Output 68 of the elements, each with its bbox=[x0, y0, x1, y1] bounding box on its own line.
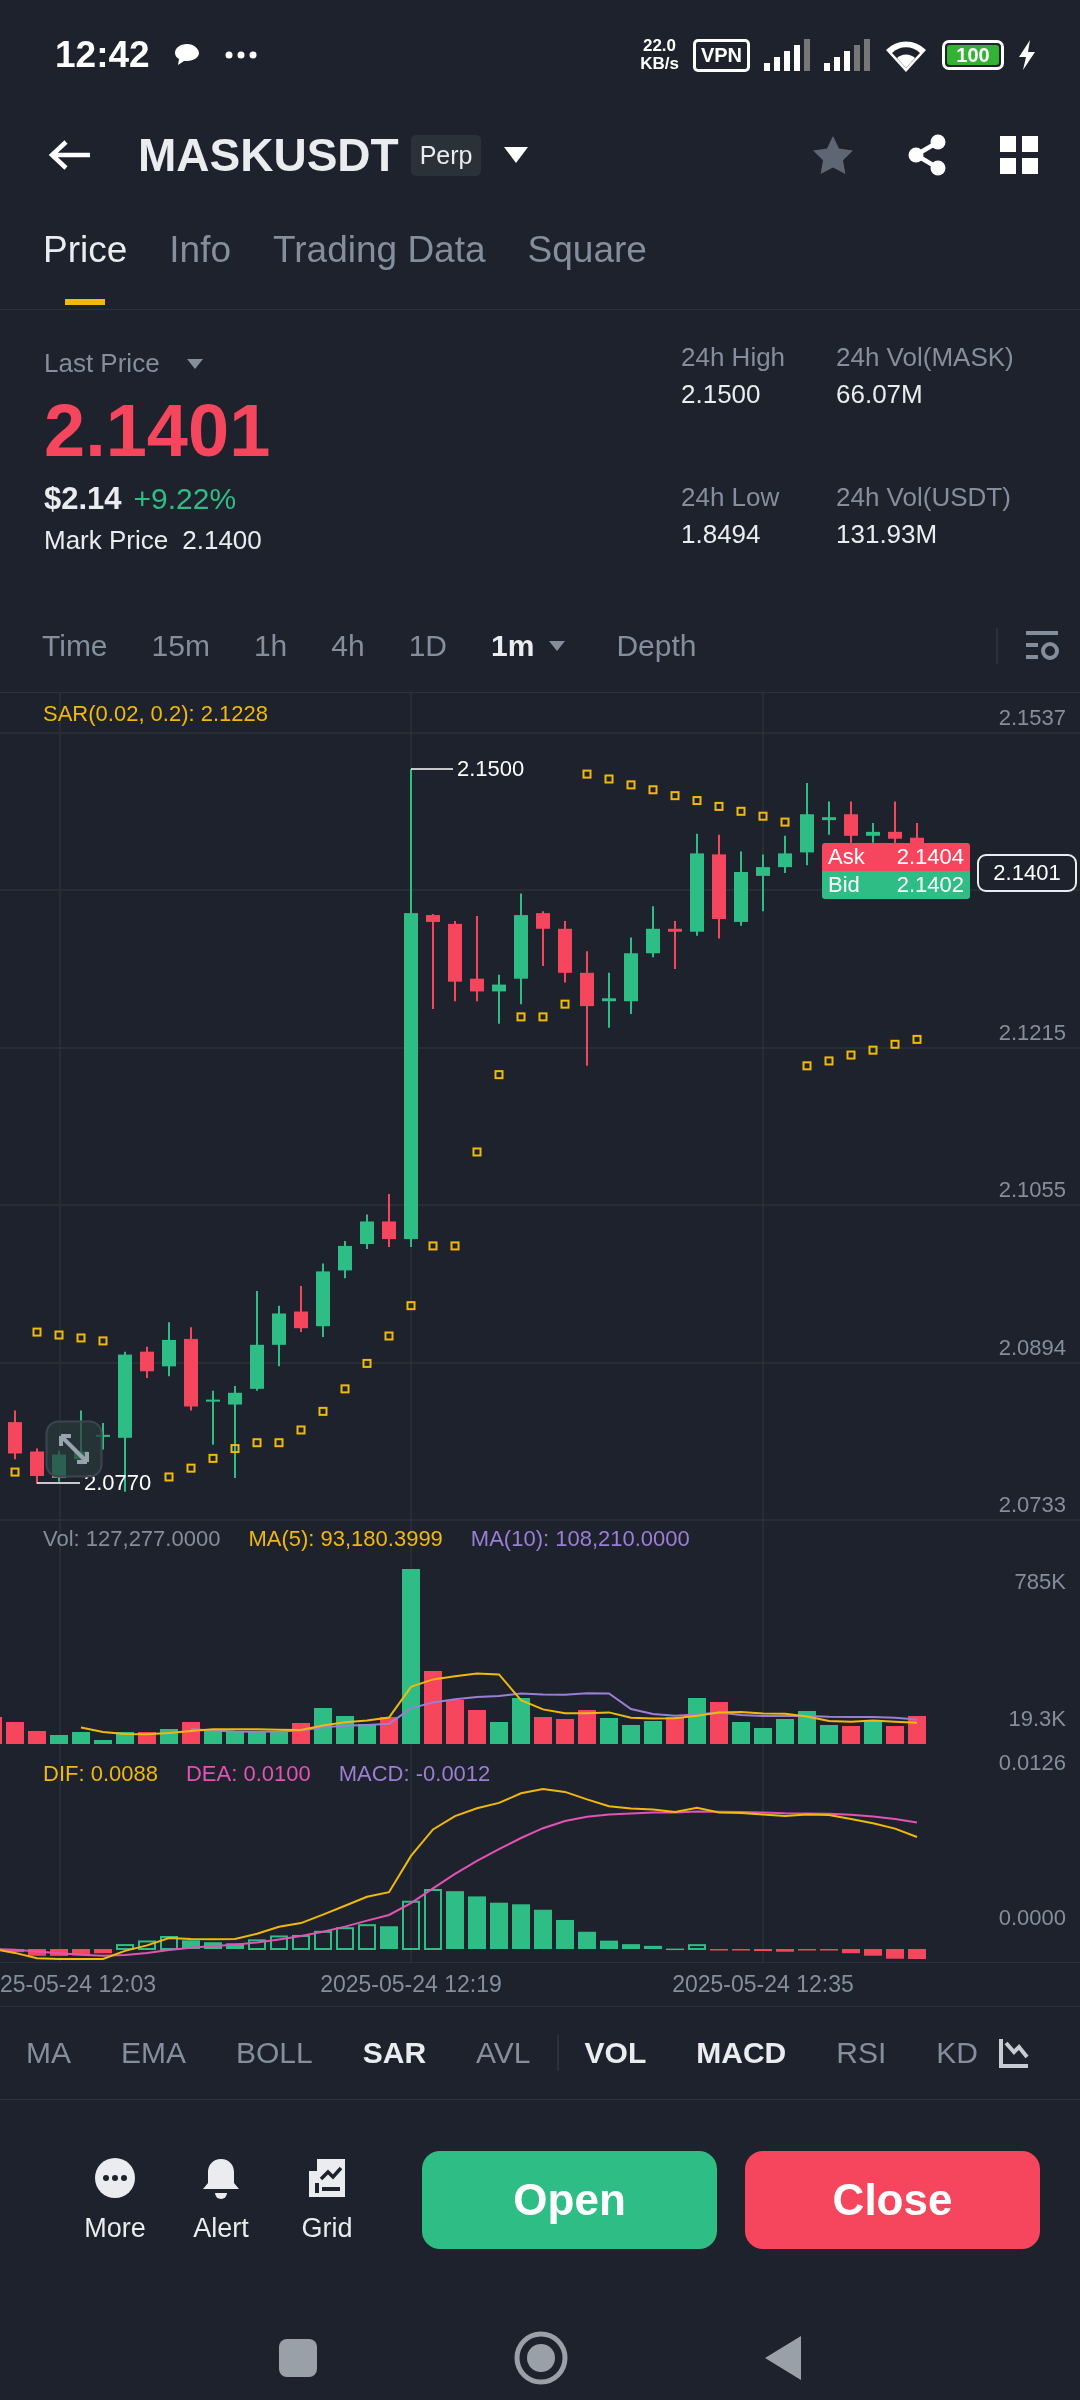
indicator-tab[interactable]: KD bbox=[936, 2036, 978, 2070]
legend-text: MACD: -0.0012 bbox=[338, 1761, 491, 1787]
page-tab[interactable]: Info bbox=[169, 229, 232, 309]
action-label[interactable]: More bbox=[84, 2212, 146, 2244]
indicator-tab[interactable]: AVL bbox=[476, 2036, 531, 2070]
status-time: 12:42 bbox=[55, 34, 150, 76]
indicator-tab[interactable]: MA bbox=[26, 2036, 71, 2070]
last-price-tag[interactable]: 2.1401 bbox=[977, 854, 1077, 892]
legend-text: MA(5): 93,180.3999 bbox=[248, 1526, 443, 1552]
bid-price-tag: Bid 2.1402 bbox=[822, 871, 970, 899]
price-axis-label: 2.1215 bbox=[998, 1020, 1066, 1046]
vpn-indicator: VPN bbox=[692, 38, 750, 72]
interval-tab[interactable]: Depth bbox=[616, 629, 697, 663]
legend-text: DIF: 0.0088 bbox=[43, 1761, 158, 1787]
price-axis-label: 2.1537 bbox=[998, 705, 1066, 731]
price-axis-label: 2.0733 bbox=[998, 1492, 1066, 1518]
open-button[interactable]: Open bbox=[422, 2151, 718, 2249]
interval-tab[interactable]: Time bbox=[42, 629, 108, 663]
volume-axis-label: 785K bbox=[1014, 1569, 1066, 1595]
time-axis-label: 2025-05-24 12:35 bbox=[672, 1971, 854, 1998]
stat-value: 1.8494 bbox=[681, 519, 762, 550]
close-button[interactable]: Close bbox=[745, 2151, 1040, 2249]
indicator-tab[interactable]: MACD bbox=[696, 2036, 787, 2070]
page-tab[interactable]: Square bbox=[527, 229, 647, 309]
legend-text: MA(10): 108,210.0000 bbox=[470, 1526, 690, 1552]
stat-value: 131.93M bbox=[836, 519, 939, 550]
ask-price-tag: Ask 2.1404 bbox=[822, 843, 970, 871]
action-label[interactable]: Grid bbox=[301, 2212, 353, 2244]
time-axis-label: 2025-05-24 12:19 bbox=[320, 1971, 502, 1998]
stat-label: 24h Low bbox=[681, 482, 781, 513]
stat-label: 24h Vol(USDT) bbox=[836, 482, 1012, 513]
price-change: +9.22% bbox=[133, 482, 237, 516]
interval-tab[interactable]: 15m bbox=[151, 629, 210, 663]
indicator-tab[interactable]: RSI bbox=[836, 2036, 887, 2070]
indicator-legend: SAR(0.02, 0.2): 2.1228 bbox=[43, 701, 269, 727]
interval-tab[interactable]: 1m bbox=[491, 629, 567, 663]
symbol-title[interactable]: MASKUSDT bbox=[138, 128, 399, 182]
legend-text: Vol: 127,277.0000 bbox=[43, 1526, 221, 1552]
battery-indicator: 100 bbox=[942, 40, 1004, 70]
stat-value: 2.1500 bbox=[681, 379, 762, 410]
interval-tab[interactable]: 4h bbox=[331, 629, 365, 663]
stat-label: 24h Vol(MASK) bbox=[836, 342, 1015, 373]
page-tab[interactable]: Trading Data bbox=[273, 229, 486, 309]
mark-price: 2.1400 bbox=[182, 525, 262, 556]
volume-axis-label: 19.3K bbox=[1008, 1706, 1066, 1732]
indicator-tab[interactable]: BOLL bbox=[236, 2036, 313, 2070]
interval-tab[interactable]: 1h bbox=[253, 629, 288, 663]
indicator-tab[interactable]: SAR bbox=[362, 2036, 427, 2070]
macd-axis-label: 0.0000 bbox=[998, 1905, 1066, 1931]
network-speed: 22.0 bbox=[642, 37, 677, 55]
mark-price-label: Mark Price bbox=[44, 525, 169, 556]
macd-axis-label: 0.0126 bbox=[998, 1750, 1066, 1776]
page-tab[interactable]: Price bbox=[43, 229, 128, 309]
price-axis-label: 2.0894 bbox=[998, 1335, 1066, 1361]
network-speed-unit: KB/s bbox=[640, 55, 679, 73]
contract-badge: Perp bbox=[410, 134, 482, 176]
price-axis-label: 2.1055 bbox=[998, 1177, 1066, 1203]
interval-tab[interactable]: 1D bbox=[408, 629, 448, 663]
stat-value: 66.07M bbox=[836, 379, 924, 410]
usd-price: $2.14 bbox=[44, 481, 122, 517]
indicator-tab[interactable]: VOL bbox=[584, 2036, 647, 2070]
indicator-tab[interactable]: EMA bbox=[121, 2036, 186, 2070]
last-price-label[interactable]: Last Price bbox=[44, 348, 160, 379]
time-axis-label: 25-05-24 12:03 bbox=[0, 1971, 156, 1998]
last-price: 2.1401 bbox=[44, 388, 271, 474]
stat-label: 24h High bbox=[681, 342, 787, 373]
action-label[interactable]: Alert bbox=[193, 2212, 249, 2244]
legend-text: DEA: 0.0100 bbox=[185, 1761, 311, 1787]
